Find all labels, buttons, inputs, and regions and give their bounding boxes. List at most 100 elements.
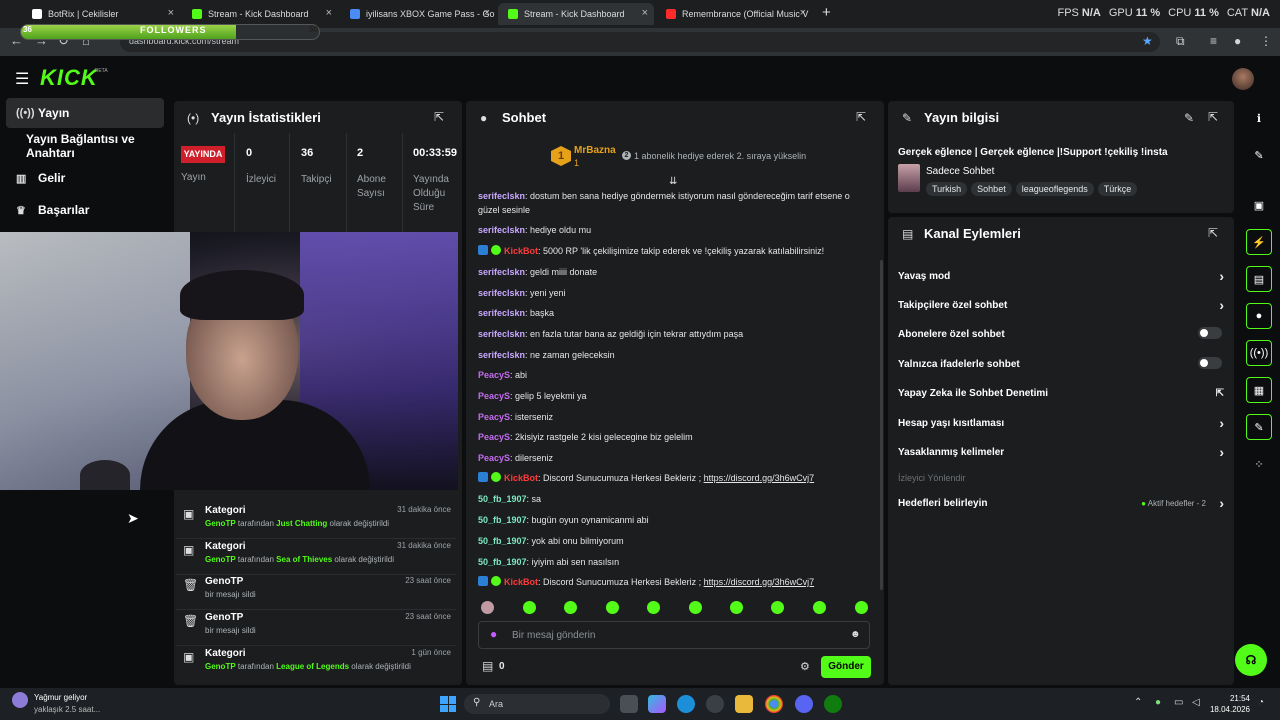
chat-username[interactable]: 50_fb_1907	[478, 494, 527, 504]
action-row[interactable]: Abonelere özel sohbet	[898, 327, 1224, 340]
browser-tab[interactable]: Remembrance (Official Music V ×	[656, 3, 812, 25]
activity-user[interactable]: GenoTP	[205, 662, 236, 671]
mic-tray-icon[interactable]: ●	[1155, 697, 1161, 708]
microphone-icon[interactable]: ●	[490, 627, 497, 641]
browser-tab[interactable]: BotRix | Cekilisler ×	[22, 3, 180, 25]
menu-icon[interactable]: ⋮	[1260, 34, 1272, 48]
kick-logo[interactable]: KICK	[40, 65, 98, 91]
windows-start-icon[interactable]	[440, 696, 456, 712]
dots-icon[interactable]: ⁘	[1246, 451, 1272, 477]
volume-icon[interactable]: ◁	[1192, 697, 1200, 708]
chat-username[interactable]: serifeclskn	[478, 329, 525, 339]
file-explorer-icon[interactable]	[735, 695, 753, 713]
pencil-icon[interactable]: ✎	[1246, 142, 1272, 168]
chat-settings-icon[interactable]: ⚙	[800, 660, 810, 673]
action-row[interactable]: Yapay Zeka ile Sohbet Denetimi ⇱	[898, 388, 1224, 399]
app-icon[interactable]	[706, 695, 724, 713]
sidebar-item-revenue[interactable]: ▥ Gelir	[6, 163, 164, 193]
taskbar-search-box[interactable]	[464, 694, 610, 714]
fullscreen-icon[interactable]: ▣	[1246, 192, 1272, 218]
clock-time[interactable]: 21:54	[1214, 694, 1250, 703]
action-row[interactable]: Yavaş mod ›	[898, 268, 1224, 284]
network-icon[interactable]: ▭	[1174, 697, 1183, 708]
emote-icon[interactable]	[730, 601, 743, 614]
chat-username[interactable]: serifeclskn	[478, 225, 525, 235]
chat-username[interactable]: serifeclskn	[478, 191, 525, 201]
weather-icon[interactable]	[12, 692, 28, 708]
emote-icon[interactable]	[771, 601, 784, 614]
profile-icon[interactable]: ●	[1234, 34, 1241, 48]
tag[interactable]: Sohbet	[971, 182, 1012, 196]
emote-icon[interactable]	[481, 601, 494, 614]
chat-username[interactable]: 50_fb_1907	[478, 536, 527, 546]
chat-username[interactable]: KickBot	[504, 246, 538, 256]
chat-bubble-icon[interactable]: ●	[1246, 303, 1272, 329]
emoji-icon[interactable]: ☻	[850, 629, 861, 640]
chat-username[interactable]: serifeclskn	[478, 267, 525, 277]
chrome-icon[interactable]	[765, 695, 783, 713]
toggle-switch[interactable]	[1198, 357, 1222, 369]
top-gifter-name[interactable]: MrBazna	[574, 145, 616, 156]
chat-username[interactable]: PeacyS	[478, 432, 510, 442]
goals-row[interactable]: Hedefleri belirleyin ● Aktif hedefler - …	[898, 495, 1224, 511]
emote-icon[interactable]	[647, 601, 660, 614]
action-row[interactable]: Hesap yaşı kısıtlaması ›	[898, 415, 1224, 431]
chat-username[interactable]: 50_fb_1907	[478, 515, 527, 525]
emote-icon[interactable]	[606, 601, 619, 614]
emote-icon[interactable]	[813, 601, 826, 614]
chat-username[interactable]: serifeclskn	[478, 308, 525, 318]
broadcast-icon[interactable]: ((•))	[1246, 340, 1272, 366]
activity-category[interactable]: Sea of Thieves	[276, 555, 332, 564]
tag[interactable]: leagueoflegends	[1015, 182, 1094, 196]
copilot-icon[interactable]	[648, 695, 666, 713]
chat-scrollbar[interactable]	[880, 260, 883, 590]
notes-icon[interactable]: ▤	[1246, 266, 1272, 292]
clock-date[interactable]: 18.04.2026	[1206, 705, 1250, 714]
tray-chevron-icon[interactable]: ⌃	[1134, 697, 1142, 708]
tag[interactable]: Türkçe	[1097, 182, 1138, 196]
chat-username[interactable]: PeacyS	[478, 391, 510, 401]
popout-icon[interactable]: ⇱	[1208, 110, 1218, 124]
activity-user[interactable]: GenoTP	[205, 555, 236, 564]
browser-tab[interactable]: Stream - Kick Dashboard ×	[182, 3, 338, 25]
bookmark-star-icon[interactable]: ★	[1142, 34, 1153, 48]
discord-icon[interactable]	[795, 695, 813, 713]
browser-tab[interactable]: iyilisans XBOX Game Pass - Go ×	[340, 3, 496, 25]
popout-icon[interactable]: ⇱	[856, 110, 866, 124]
category-thumbnail[interactable]	[898, 164, 920, 192]
lightning-icon[interactable]: ⚡	[1246, 229, 1272, 255]
media-icon[interactable]: ≡	[1210, 34, 1217, 48]
sidebar-item-achievements[interactable]: ♛ Başarılar	[6, 195, 164, 225]
emote-icon[interactable]	[564, 601, 577, 614]
close-icon[interactable]: ×	[168, 7, 174, 19]
wrench-icon[interactable]: ✎	[1246, 414, 1272, 440]
task-view-icon[interactable]	[620, 695, 638, 713]
activity-category[interactable]: League of Legends	[276, 662, 349, 671]
extensions-icon[interactable]: ⧉	[1176, 34, 1185, 49]
close-icon[interactable]: ×	[484, 7, 490, 19]
xbox-icon[interactable]	[824, 695, 842, 713]
user-avatar[interactable]	[1232, 68, 1254, 90]
close-icon[interactable]: ×	[326, 7, 332, 19]
chat-link[interactable]: https://discord.gg/3h6wCvj7	[704, 577, 815, 587]
send-button[interactable]: Gönder	[821, 656, 871, 678]
action-row[interactable]: Yasaklanmış kelimeler ›	[898, 444, 1224, 460]
chat-username[interactable]: PeacyS	[478, 370, 510, 380]
edge-icon[interactable]	[677, 695, 695, 713]
popout-icon[interactable]: ⇱	[1208, 226, 1218, 240]
hamburger-menu-icon[interactable]: ☰	[15, 69, 29, 89]
info-icon[interactable]: ℹ	[1246, 105, 1272, 131]
new-tab-button[interactable]: +	[822, 4, 831, 21]
edit-icon[interactable]: ✎	[1184, 111, 1194, 125]
chat-username[interactable]: KickBot	[504, 473, 538, 483]
layout-icon[interactable]: ▦	[1246, 377, 1272, 403]
chat-username[interactable]: serifeclskn	[478, 350, 525, 360]
chat-username[interactable]: 50_fb_1907	[478, 557, 527, 567]
emote-icon[interactable]	[523, 601, 536, 614]
close-icon[interactable]: ×	[800, 7, 806, 19]
activity-user[interactable]: GenoTP	[205, 519, 236, 528]
sidebar-item-stream-key[interactable]: Yayın Bağlantısı ve Anahtarı	[6, 131, 164, 161]
action-row[interactable]: Takipçilere özel sohbet ›	[898, 297, 1224, 313]
browser-tab[interactable]: Stream - Kick Dashboard ×	[498, 3, 654, 25]
help-chat-icon[interactable]: ☊	[1235, 644, 1267, 676]
